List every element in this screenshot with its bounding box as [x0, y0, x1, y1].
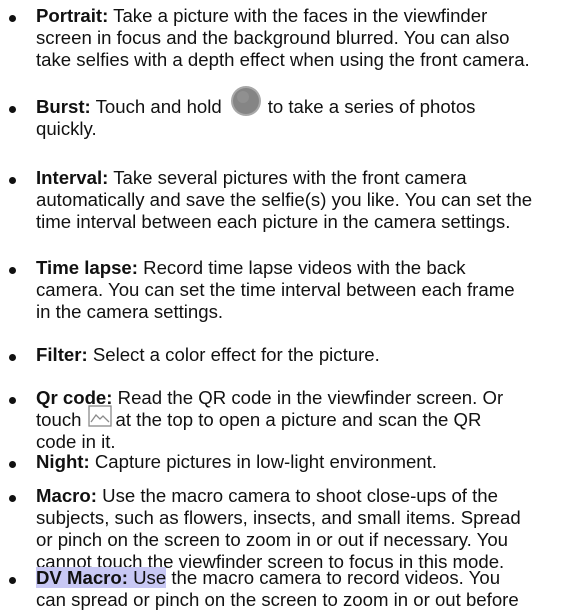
term-label: Burst: — [36, 96, 91, 117]
item-line: subjects, such as flowers, insects, and … — [36, 507, 521, 528]
open-picture-icon — [87, 405, 112, 427]
item-line: in the camera settings. — [36, 301, 224, 322]
term-label: DV Macro: — [36, 567, 128, 588]
term-label: Portrait: — [36, 5, 109, 26]
item-line: screen in focus and the background blurr… — [36, 27, 510, 48]
item-text: Filter: Select a color effect for the pi… — [36, 344, 566, 366]
item-line: Record time lapse videos with the back — [143, 257, 466, 278]
item-line: Use the macro camera to shoot close-ups … — [102, 485, 498, 506]
item-text: DV Macro: Use the macro camera to record… — [36, 567, 566, 611]
item-text: Time lapse: Record time lapse videos wit… — [36, 257, 566, 323]
bullet — [9, 177, 16, 184]
bullet — [9, 461, 16, 468]
item-line: code in it. — [36, 431, 116, 452]
item-line: Take a picture with the faces in the vie… — [113, 5, 488, 26]
item-line: touch — [36, 409, 82, 430]
shutter-button-icon — [230, 85, 262, 117]
document-page: Portrait: Take a picture with the faces … — [0, 0, 568, 611]
item-line: Capture pictures in low-light environmen… — [94, 451, 437, 472]
bullet — [9, 577, 16, 584]
item-line: at the top to open a picture and scan th… — [115, 409, 482, 430]
bullet — [9, 15, 16, 22]
item-line: Take several pictures with the front cam… — [113, 167, 467, 188]
highlighted-word: Use — [133, 567, 167, 588]
item-line: take selfies with a depth effect when us… — [36, 49, 530, 70]
item-line: automatically and save the selfie(s) you… — [36, 189, 533, 210]
term-label: Night: — [36, 451, 90, 472]
item-text: Night: Capture pictures in low-light env… — [36, 451, 566, 473]
item-text: Qr code: Read the QR code in the viewfin… — [36, 387, 566, 453]
term-label: Macro: — [36, 485, 97, 506]
item-line: can spread or pinch on the screen to zoo… — [36, 589, 519, 610]
item-line: or pinch on the screen to zoom in or out… — [36, 529, 509, 550]
item-text: Portrait: Take a picture with the faces … — [36, 5, 566, 71]
item-line: Read the QR code in the viewfinder scree… — [117, 387, 504, 408]
item-line: quickly. — [36, 118, 97, 139]
item-line: Touch and hold — [95, 96, 222, 117]
item-text: Interval: Take several pictures with the… — [36, 167, 566, 233]
item-text: Burst: Touch and hold to take a series of… — [36, 86, 566, 140]
item-line: Select a color effect for the picture. — [92, 344, 380, 365]
bullet — [9, 495, 16, 502]
item-text: Macro: Use the macro camera to shoot clo… — [36, 485, 566, 573]
term-label: Interval: — [36, 167, 109, 188]
bullet — [9, 354, 16, 361]
item-line: to take a series of photos — [267, 96, 476, 117]
term-label: Filter: — [36, 344, 88, 365]
bullet — [9, 106, 16, 113]
bullet — [9, 397, 16, 404]
bullet — [9, 267, 16, 274]
item-line: camera. You can set the time interval be… — [36, 279, 515, 300]
item-line: the macro camera to record videos. You — [171, 567, 501, 588]
term-label: Time lapse: — [36, 257, 138, 278]
item-line: time interval between each picture in th… — [36, 211, 511, 232]
